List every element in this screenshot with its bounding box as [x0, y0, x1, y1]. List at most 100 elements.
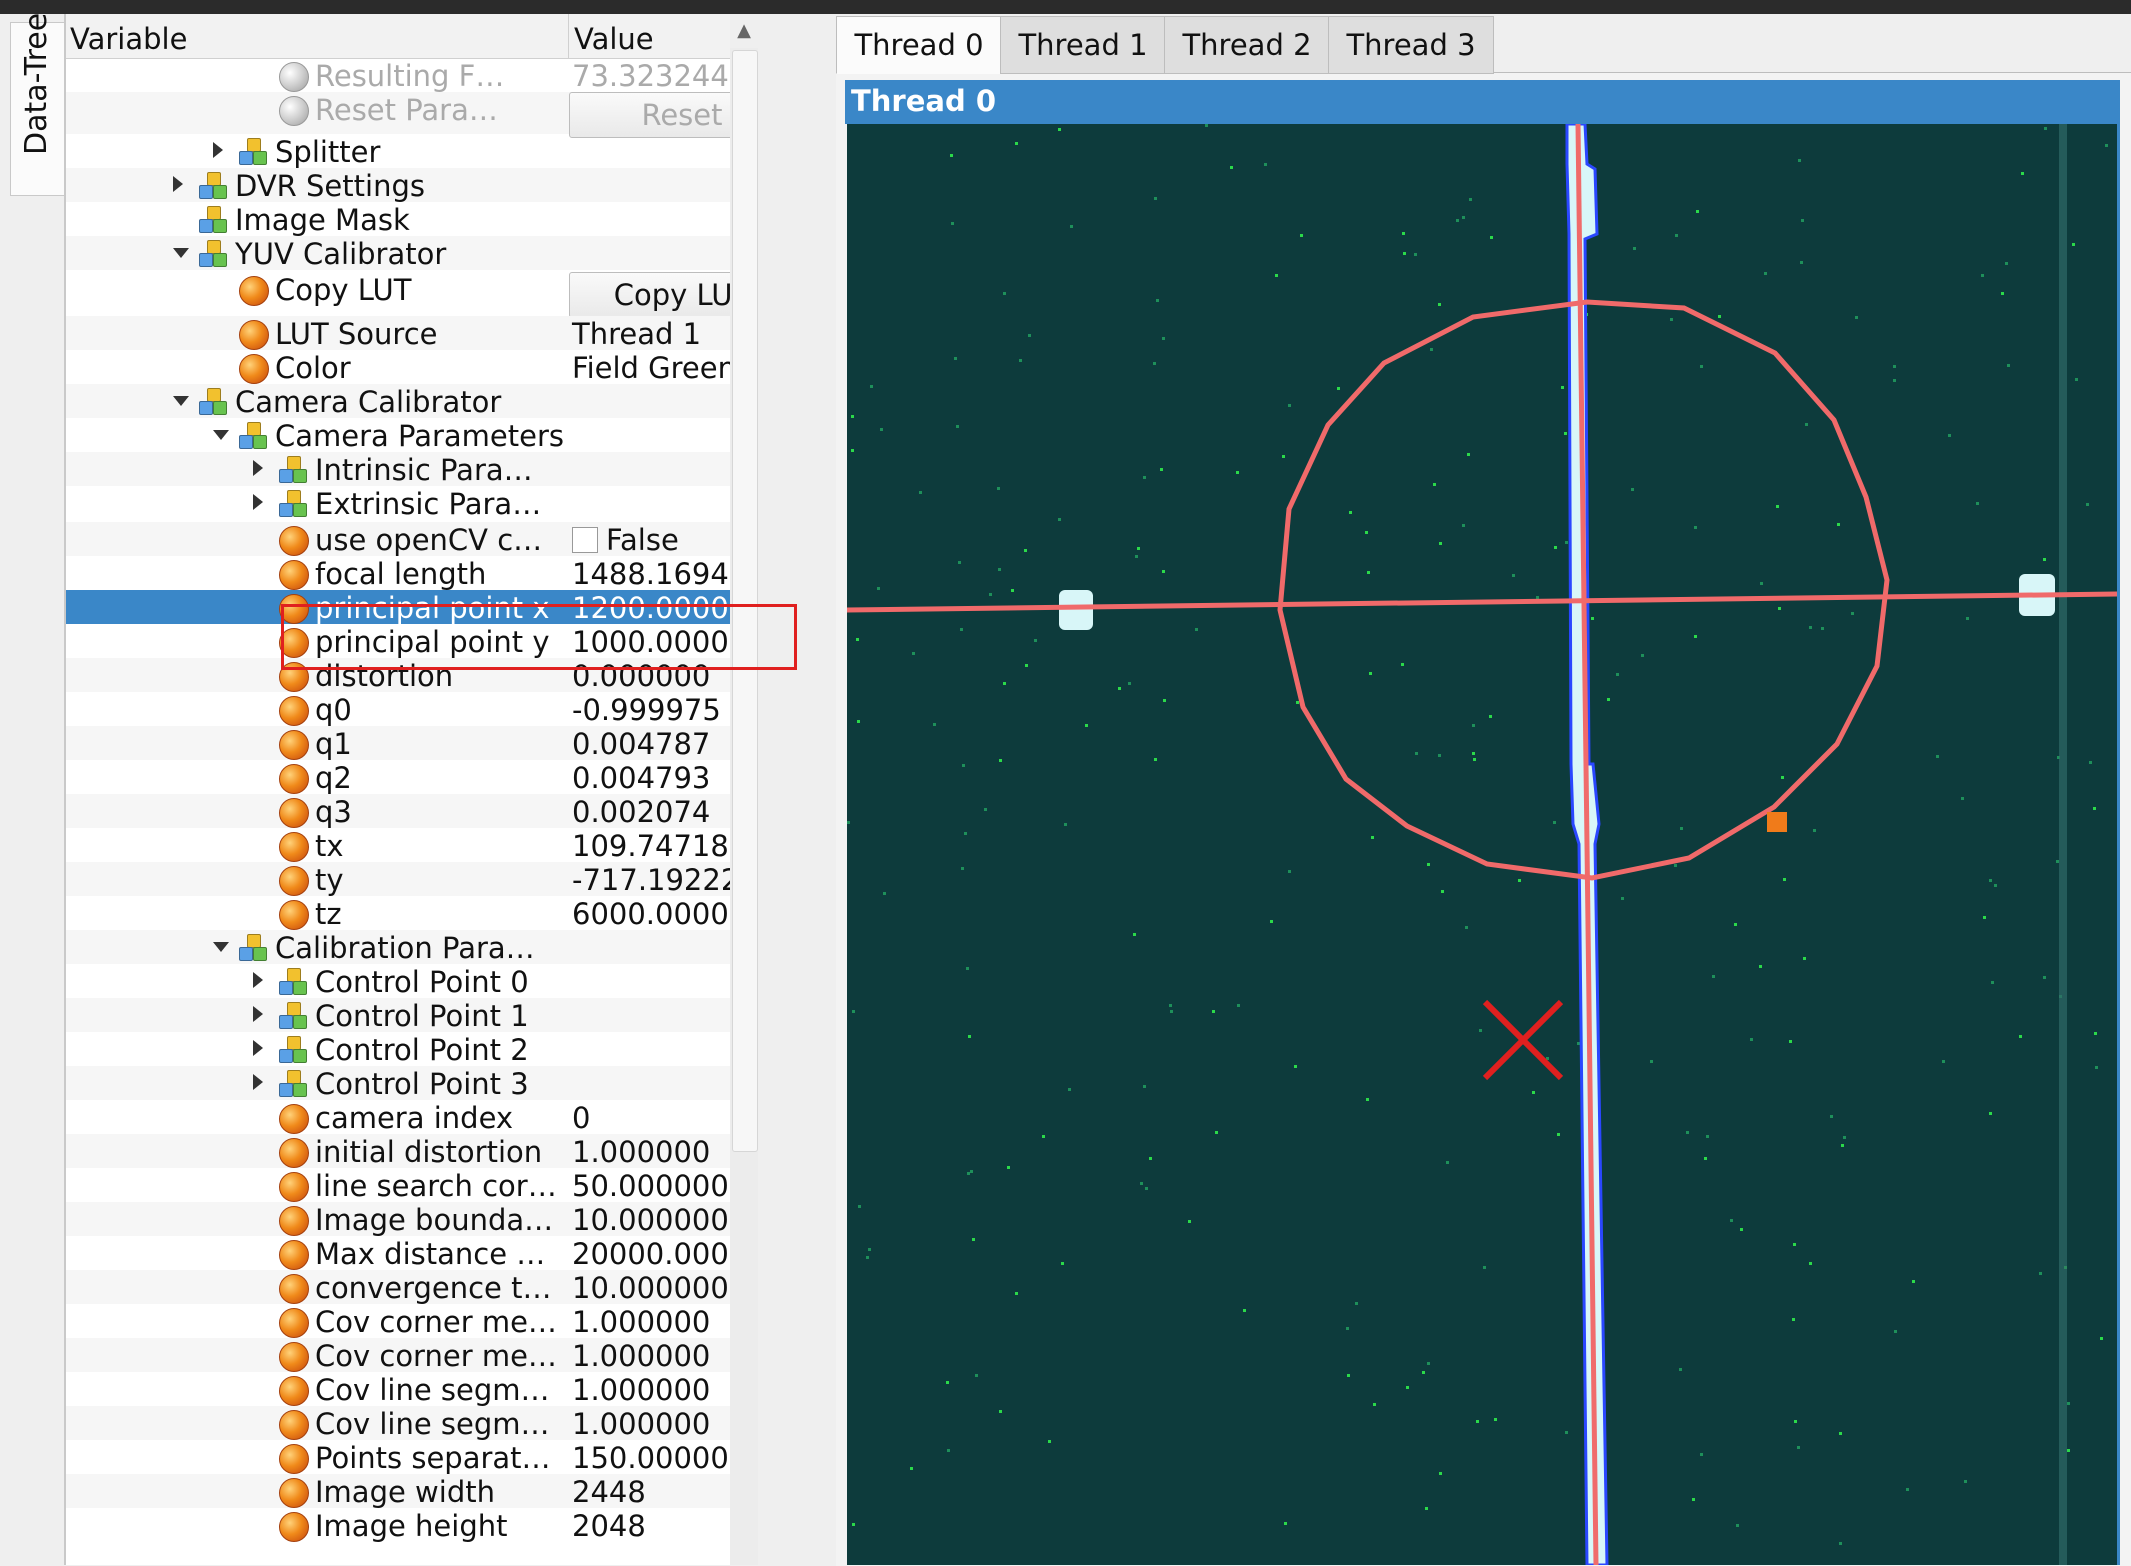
tree-row[interactable]: line search cor… 50.000000 — [66, 1168, 796, 1203]
expand-arrow-icon[interactable] — [253, 972, 263, 988]
row-value[interactable]: 2048 — [572, 1509, 646, 1543]
tree-row[interactable]: Copy LUT Copy LUT — [66, 272, 796, 318]
noise-pixel — [868, 1248, 871, 1251]
tree-row[interactable]: Control Point 2 — [66, 1032, 796, 1067]
tree-row[interactable]: tx 109.747188 — [66, 828, 796, 863]
tab-thread-2[interactable]: Thread 2 — [1164, 16, 1330, 74]
noise-pixel — [1371, 836, 1374, 839]
tree-row[interactable]: Calibration Para… — [66, 930, 796, 965]
row-value[interactable]: 73.323244 — [572, 59, 729, 93]
tree-row[interactable]: tz 6000.000000 — [66, 896, 796, 931]
tree-row[interactable]: Resulting F… 73.323244 — [66, 58, 796, 94]
collapse-arrow-icon[interactable] — [173, 396, 189, 406]
row-value[interactable]: Field Green — [572, 351, 736, 385]
noise-pixel — [984, 808, 987, 811]
tree-row[interactable]: q3 0.002074 — [66, 794, 796, 829]
tree-row[interactable]: Cov corner me… 1.000000 — [66, 1304, 796, 1339]
row-value[interactable]: 150.000000 — [572, 1441, 747, 1475]
tree-row[interactable]: Splitter — [66, 134, 796, 169]
tree-row[interactable]: focal length 1488.169409 — [66, 556, 796, 591]
property-icon — [279, 1376, 309, 1406]
expand-arrow-icon[interactable] — [213, 142, 223, 158]
tree-row[interactable]: Control Point 1 — [66, 998, 796, 1033]
row-value[interactable]: 0.002074 — [572, 795, 710, 829]
tree-row[interactable]: Image width 2448 — [66, 1474, 796, 1509]
tree-row[interactable]: Image Mask — [66, 202, 796, 237]
noise-pixel — [2093, 807, 2096, 810]
row-label: Resulting F… — [315, 59, 505, 93]
tree-row[interactable]: q2 0.004793 — [66, 760, 796, 795]
collapse-arrow-icon[interactable] — [213, 430, 229, 440]
tree-row[interactable]: Reset Para… Reset — [66, 92, 796, 138]
tree-row[interactable]: Extrinsic Para… — [66, 486, 796, 521]
tab-thread-3[interactable]: Thread 3 — [1328, 16, 1494, 74]
camera-image-view[interactable] — [847, 124, 2117, 1565]
tree-row[interactable]: q1 0.004787 — [66, 726, 796, 761]
tree-row[interactable]: Image bounda… 10.000000 — [66, 1202, 796, 1237]
collapse-arrow-icon[interactable] — [173, 248, 189, 258]
row-value[interactable]: 2448 — [572, 1475, 646, 1509]
collapse-arrow-icon[interactable] — [213, 942, 229, 952]
tree-row[interactable]: Cov line segm… 1.000000 — [66, 1406, 796, 1441]
tree-row[interactable]: Camera Parameters — [66, 418, 796, 453]
tree-row[interactable]: Control Point 3 — [66, 1066, 796, 1101]
tree-scrollbar[interactable]: ▲ — [730, 14, 826, 1565]
tree-row[interactable]: convergence t… 10.000000 — [66, 1270, 796, 1305]
row-value[interactable]: 1.000000 — [572, 1339, 710, 1373]
tree-row[interactable]: Control Point 0 — [66, 964, 796, 999]
tree-row[interactable]: initial distortion 1.000000 — [66, 1134, 796, 1169]
variable-column-header[interactable]: Variable — [70, 22, 187, 56]
value-column-header[interactable]: Value — [574, 22, 654, 56]
tree-row[interactable]: ty -717.192222 — [66, 862, 796, 897]
row-value[interactable]: 0.004793 — [572, 761, 710, 795]
noise-pixel — [1025, 664, 1028, 667]
expand-arrow-icon[interactable] — [253, 1006, 263, 1022]
tree-row[interactable]: use openCV c… False — [66, 522, 796, 557]
tab-thread-1[interactable]: Thread 1 — [1000, 16, 1166, 74]
tree-row[interactable]: Color Field Green — [66, 350, 796, 385]
tree-row[interactable]: Image height 2048 — [66, 1508, 796, 1543]
column-separator[interactable] — [568, 14, 569, 58]
row-value[interactable]: 50.000000 — [572, 1169, 729, 1203]
noise-pixel — [866, 1256, 869, 1259]
tree-row[interactable]: Cov line segm… 1.000000 — [66, 1372, 796, 1407]
row-value[interactable]: 1.000000 — [572, 1135, 710, 1169]
row-value[interactable]: 1.000000 — [572, 1407, 710, 1441]
tree-row[interactable]: Cov corner me… 1.000000 — [66, 1338, 796, 1373]
expand-arrow-icon[interactable] — [253, 1040, 263, 1056]
tree-row[interactable]: Camera Calibrator — [66, 384, 796, 419]
noise-pixel — [1839, 1542, 1842, 1545]
row-value[interactable]: -0.999975 — [572, 693, 721, 727]
noise-pixel — [1446, 1161, 1449, 1164]
scrollbar-thumb[interactable] — [732, 50, 758, 1152]
tab-thread-0[interactable]: Thread 0 — [836, 16, 1002, 74]
row-value[interactable]: Thread 1 — [572, 317, 701, 351]
tree-row[interactable]: Max distance … 20000.000000 — [66, 1236, 796, 1271]
row-value[interactable]: 0 — [572, 1101, 590, 1135]
expand-arrow-icon[interactable] — [253, 1074, 263, 1090]
row-value[interactable]: 10.000000 — [572, 1271, 729, 1305]
tree-row[interactable]: LUT Source Thread 1 — [66, 316, 796, 351]
row-value[interactable]: 109.747188 — [572, 829, 747, 863]
tree-row[interactable]: Points separat… 150.000000 — [66, 1440, 796, 1475]
expand-arrow-icon[interactable] — [253, 494, 263, 510]
row-value[interactable]: 0.004787 — [572, 727, 710, 761]
row-value[interactable]: 10.000000 — [572, 1203, 729, 1237]
data-tree-dock-tab[interactable]: Data-Tree — [10, 13, 65, 196]
tree-row[interactable]: DVR Settings — [66, 168, 796, 203]
row-value[interactable]: 1.000000 — [572, 1373, 710, 1407]
noise-pixel — [997, 487, 1000, 490]
noise-pixel — [999, 759, 1002, 762]
row-value[interactable]: 1.000000 — [572, 1305, 710, 1339]
scroll-up-arrow-icon[interactable]: ▲ — [730, 14, 758, 48]
tree-row[interactable]: camera index 0 — [66, 1100, 796, 1135]
noise-pixel — [1406, 1386, 1409, 1389]
tree-row[interactable]: Intrinsic Para… — [66, 452, 796, 487]
data-tree-view[interactable]: Variable Value Resulting F… 73.323244 Rese… — [66, 14, 796, 1565]
tree-row[interactable]: q0 -0.999975 — [66, 692, 796, 727]
tree-row[interactable]: YUV Calibrator — [66, 236, 796, 271]
expand-arrow-icon[interactable] — [173, 176, 183, 192]
expand-arrow-icon[interactable] — [253, 460, 263, 476]
noise-pixel — [1058, 518, 1061, 521]
opencv-checkbox[interactable] — [572, 527, 598, 553]
